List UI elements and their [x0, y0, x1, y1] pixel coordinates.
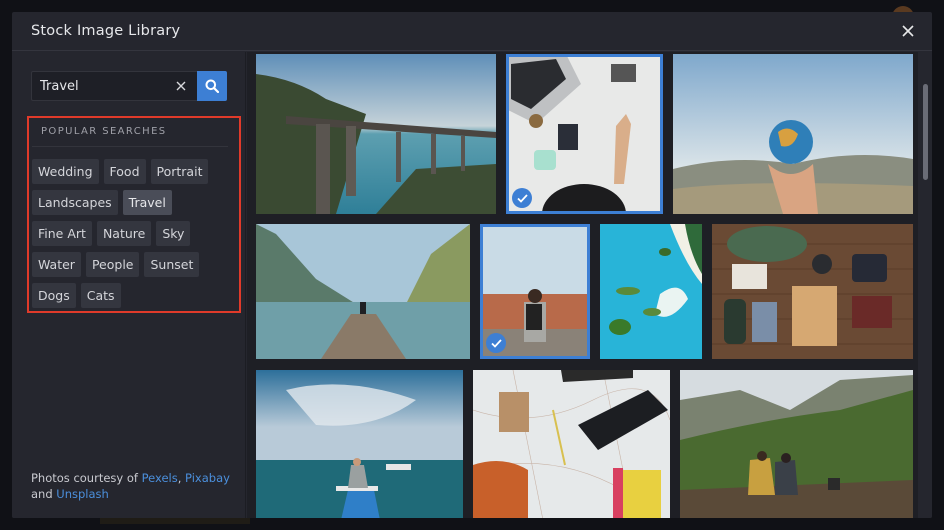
tag-people[interactable]: People	[85, 252, 140, 277]
check-icon	[490, 338, 502, 348]
image-tile[interactable]	[480, 224, 590, 359]
search-bar	[31, 71, 227, 101]
image-bridge	[256, 54, 496, 214]
image-tile[interactable]	[680, 370, 913, 518]
tag-fine-art[interactable]: Fine Art	[32, 221, 92, 246]
image-tile[interactable]	[256, 224, 470, 359]
popular-searches-title: POPULAR SEARCHES	[32, 118, 228, 147]
unsplash-link[interactable]: Unsplash	[56, 487, 109, 501]
image-map-camera	[473, 370, 670, 518]
scrollbar[interactable]	[918, 52, 932, 518]
search-button[interactable]	[197, 71, 227, 101]
credits-prefix: Photos courtesy of	[31, 471, 142, 485]
image-lake-pier	[256, 224, 470, 359]
tag-sunset[interactable]: Sunset	[144, 252, 200, 277]
clear-search-button[interactable]	[170, 77, 192, 95]
tag-landscapes[interactable]: Landscapes	[32, 190, 118, 215]
tag-cats[interactable]: Cats	[80, 283, 121, 308]
image-tile[interactable]	[256, 54, 496, 214]
tag-food[interactable]: Food	[103, 159, 146, 184]
tag-travel[interactable]: Travel	[122, 190, 172, 215]
close-icon	[902, 25, 914, 37]
photo-credits: Photos courtesy of Pexels, Pixabay and U…	[31, 470, 230, 502]
popular-searches: POPULAR SEARCHES Wedding Food Portrait L…	[27, 116, 241, 313]
image-tile[interactable]	[712, 224, 913, 359]
sidebar: POPULAR SEARCHES Wedding Food Portrait L…	[12, 52, 246, 518]
image-tile[interactable]	[600, 224, 702, 359]
close-button[interactable]	[898, 22, 918, 42]
image-tile[interactable]	[673, 54, 913, 214]
image-map-laptop	[506, 54, 663, 214]
pexels-link[interactable]: Pexels	[142, 471, 178, 485]
selected-checkmark	[512, 188, 532, 208]
search-field	[31, 71, 197, 101]
dialog-header: Stock Image Library	[12, 12, 932, 51]
tag-sky[interactable]: Sky	[156, 221, 191, 246]
clear-icon	[176, 81, 186, 91]
selected-checkmark	[486, 333, 506, 353]
image-grid	[247, 52, 932, 518]
image-globe-hand	[673, 54, 913, 214]
scrollbar-thumb[interactable]	[923, 84, 928, 180]
search-input[interactable]	[40, 78, 170, 94]
stock-image-library-dialog: Stock Image Library POPULAR SEARCHES Wed…	[12, 12, 932, 518]
search-icon	[205, 79, 219, 93]
credits-and: and	[31, 487, 57, 501]
image-couple-mountain	[680, 370, 913, 518]
image-tile[interactable]	[256, 370, 463, 518]
dialog-title: Stock Image Library	[31, 23, 181, 39]
tag-wedding[interactable]: Wedding	[32, 159, 99, 184]
image-paddleboard	[256, 370, 463, 518]
image-tropical-islands	[600, 224, 702, 359]
tag-water[interactable]: Water	[32, 252, 81, 277]
check-icon	[516, 193, 528, 203]
image-travel-flatlay	[712, 224, 913, 359]
tag-dogs[interactable]: Dogs	[32, 283, 76, 308]
tag-nature[interactable]: Nature	[96, 221, 152, 246]
credits-separator: ,	[177, 471, 186, 485]
pixabay-link[interactable]: Pixabay	[185, 471, 230, 485]
image-tile[interactable]	[473, 370, 670, 518]
image-tile[interactable]	[506, 54, 663, 214]
tag-portrait[interactable]: Portrait	[150, 159, 209, 184]
tag-list: Wedding Food Portrait Landscapes Travel …	[32, 147, 236, 308]
